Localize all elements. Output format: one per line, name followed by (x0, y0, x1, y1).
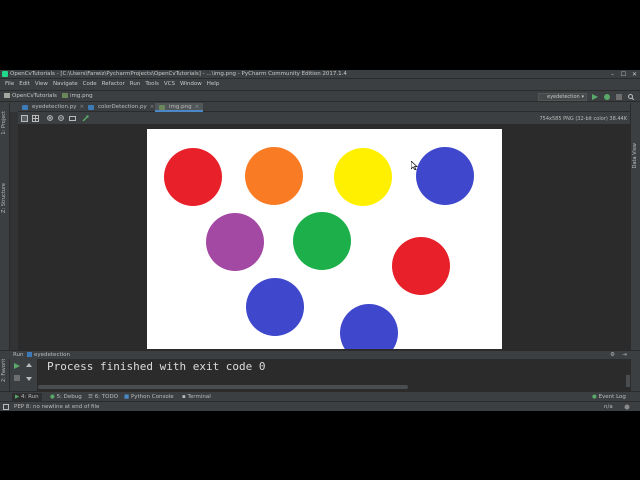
hector-inspection-icon[interactable] (624, 404, 630, 410)
arrow-down-icon[interactable] (26, 375, 32, 381)
tab-eyedetection[interactable]: eyedetection.py × (18, 103, 88, 112)
menu-navigate[interactable]: Navigate (53, 80, 78, 89)
event-log-button[interactable]: ● Event Log (592, 393, 626, 401)
actual-size-icon[interactable] (69, 115, 76, 122)
close-tab-icon[interactable]: × (150, 104, 155, 110)
rerun-icon[interactable] (14, 363, 20, 369)
caret-position: n/a (604, 404, 613, 410)
chevron-down-icon: ▾ (581, 94, 584, 100)
console-output: Process finished with exit code 0 (47, 360, 266, 373)
circle-orange (245, 147, 303, 205)
structure-tool-button[interactable]: Z: Structure (1, 183, 7, 213)
grid-toggle-icon[interactable] (32, 115, 39, 122)
run-panel-header: Run eyedetection ⚙ ⇥ (0, 350, 640, 359)
circle-purple (206, 213, 264, 271)
background-toggle-icon[interactable] (21, 115, 28, 122)
project-gutter (10, 112, 18, 352)
menu-run[interactable]: Run (130, 80, 141, 89)
python-file-icon (27, 352, 32, 357)
stop-icon[interactable] (14, 375, 20, 381)
toggle-tool-windows-icon[interactable] (3, 404, 9, 410)
circle-blue (340, 304, 398, 349)
title-bar: OpenCvTutorials - [C:\Users\Farwiz\Pycha… (0, 70, 640, 79)
color-picker-icon[interactable] (82, 115, 89, 122)
run-config-name: eyedetection (34, 352, 70, 358)
tool-window-bar: ▶ 4: Run ● 5: Debug ☰ 6: TODO ■ Python C… (0, 391, 640, 401)
run-panel-title: Run (13, 352, 24, 358)
stop-icon[interactable] (616, 94, 622, 100)
minimize-button[interactable]: – (608, 70, 617, 79)
python-file-icon (88, 105, 94, 110)
run-toolbar (10, 359, 38, 391)
image-file-icon (62, 93, 68, 98)
run-icon[interactable] (592, 94, 598, 100)
maximize-button[interactable]: ☐ (619, 70, 628, 79)
image-file-icon (159, 105, 165, 110)
tool-window-python-console[interactable]: ■ Python Console (124, 393, 174, 401)
circle-red (164, 148, 222, 206)
data-view-tool-button[interactable]: Data View (632, 143, 638, 168)
editor-tab-bar: eyedetection.py × colorDetection.py × img.… (18, 103, 630, 112)
console-horizontal-scrollbar[interactable] (38, 385, 408, 389)
tool-window-debug[interactable]: ● 5: Debug (50, 393, 82, 401)
image-preview (147, 129, 502, 349)
circle-red (392, 237, 450, 295)
status-bar: PEP 8: no newline at end of file n/a (0, 401, 640, 411)
breadcrumb-file[interactable]: img.png (62, 93, 93, 99)
image-viewer-toolbar: 754x585 PNG (32-bit color) 38.44K (18, 113, 630, 124)
console-vertical-scrollbar[interactable] (626, 375, 630, 387)
settings-gear-icon[interactable]: ⚙ (610, 352, 615, 358)
python-console-icon: ■ (124, 394, 131, 400)
hide-panel-icon[interactable]: ⇥ (622, 352, 627, 358)
navigation-bar: OpenCvTutorials img.png eyedetection ▾ (0, 90, 640, 102)
tab-img-png[interactable]: img.png × (155, 103, 204, 112)
pycharm-window: OpenCvTutorials - [C:\Users\Farwiz\Pycha… (0, 70, 640, 411)
menu-help[interactable]: Help (207, 80, 220, 89)
circle-blue (246, 278, 304, 336)
circle-blue (416, 147, 474, 205)
menu-window[interactable]: Window (180, 80, 202, 89)
menu-vcs[interactable]: VCS (164, 80, 175, 89)
close-window-button[interactable]: ✕ (630, 70, 639, 79)
menu-edit[interactable]: Edit (19, 80, 30, 89)
menu-bar: File Edit View Navigate Code Refactor Run Tools… (0, 80, 640, 89)
project-tool-button[interactable]: 1: Project (1, 111, 7, 135)
arrow-up-icon[interactable] (26, 363, 32, 369)
menu-file[interactable]: File (5, 80, 14, 89)
python-file-icon (22, 105, 28, 110)
image-info: 754x585 PNG (32-bit color) 38.44K (539, 116, 627, 122)
mouse-cursor-icon (411, 161, 418, 170)
close-tab-icon[interactable]: × (195, 104, 200, 110)
tab-colordetection[interactable]: colorDetection.py × (84, 103, 158, 112)
todo-list-icon: ☰ (88, 394, 95, 400)
run-configuration-select[interactable]: eyedetection ▾ (538, 93, 587, 101)
circle-green (293, 212, 351, 270)
pycharm-logo-icon (2, 71, 8, 77)
tool-window-run[interactable]: ▶ 4: Run (12, 393, 42, 401)
zoom-out-icon[interactable] (58, 115, 65, 122)
menu-code[interactable]: Code (83, 80, 97, 89)
zoom-in-icon[interactable] (47, 115, 54, 122)
breadcrumb-project[interactable]: OpenCvTutorials (4, 93, 57, 99)
menu-tools[interactable]: Tools (145, 80, 159, 89)
window-title: OpenCvTutorials - [C:\Users\Farwiz\Pycha… (10, 71, 347, 77)
status-message: PEP 8: no newline at end of file (14, 404, 100, 410)
folder-icon (4, 93, 10, 98)
menu-view[interactable]: View (35, 80, 48, 89)
menu-refactor[interactable]: Refactor (102, 80, 125, 89)
debug-icon[interactable] (604, 94, 610, 100)
tool-window-terminal[interactable]: ▪ Terminal (182, 393, 211, 401)
circle-yellow (334, 148, 392, 206)
search-everywhere-icon[interactable] (628, 94, 634, 100)
tool-window-todo[interactable]: ☰ 6: TODO (88, 393, 118, 401)
